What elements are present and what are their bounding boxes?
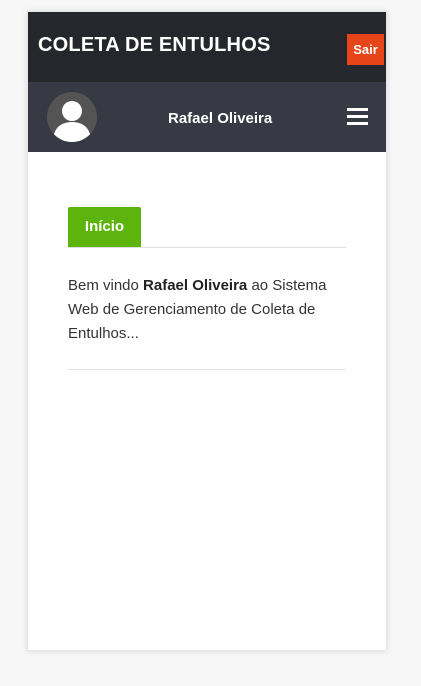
app-container: COLETA DE ENTULHOS Sair Rafael Oliveira … [27,11,387,651]
tab-bar: Início [68,207,346,248]
user-avatar-icon [47,92,97,142]
hamburger-menu-icon[interactable] [347,108,368,126]
welcome-message: Bem vindo Rafael Oliveira ao Sistema Web… [68,274,346,370]
welcome-prefix: Bem vindo [68,277,144,294]
logout-button[interactable]: Sair [347,34,384,65]
tab-inicio[interactable]: Início [68,207,141,247]
user-bar: Rafael Oliveira [28,82,386,152]
app-title: COLETA DE ENTULHOS [38,34,271,56]
top-bar: COLETA DE ENTULHOS Sair [28,12,386,82]
main-content: Início Bem vindo Rafael Oliveira ao Sist… [28,207,386,370]
welcome-user-name: Rafael Oliveira [143,277,248,294]
user-name: Rafael Oliveira [168,110,273,127]
